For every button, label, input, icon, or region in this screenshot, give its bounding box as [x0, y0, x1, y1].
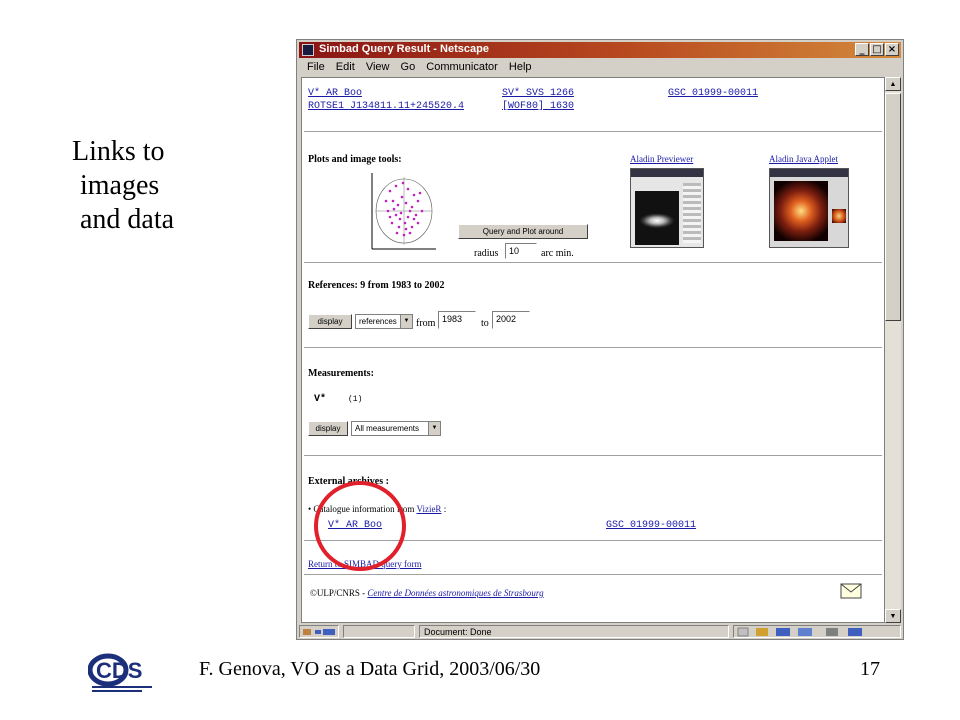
field-plot[interactable] [368, 171, 438, 251]
netscape-icon [302, 44, 314, 56]
references-display-button[interactable]: display [308, 314, 352, 329]
caption-line-2: images [80, 170, 160, 201]
radius-label: radius [474, 248, 499, 259]
menu-bar: File Edit View Go Communicator Help [299, 59, 901, 75]
menu-communicator[interactable]: Communicator [426, 61, 498, 73]
page-number: 17 [860, 658, 880, 680]
aladin-applet-thumbnail[interactable] [769, 168, 849, 248]
measurements-heading: Measurements: [308, 368, 374, 379]
minimize-button[interactable]: _ [855, 43, 869, 56]
identifier-link[interactable]: ROTSE1 J134811.11+245520.4 [308, 101, 464, 112]
close-button[interactable]: × [885, 43, 899, 56]
menu-go[interactable]: Go [401, 61, 416, 73]
status-text: Document: Done [419, 625, 729, 638]
aladin-previewer-link[interactable]: Aladin Previewer [630, 154, 693, 164]
vizier-link[interactable]: VizieR [416, 504, 441, 514]
from-year-input[interactable]: 1983 [438, 311, 476, 329]
aladin-previewer-thumbnail[interactable] [630, 168, 704, 248]
mail-icon[interactable] [840, 583, 862, 599]
measurement-label: V* [314, 394, 327, 405]
divider [304, 131, 882, 132]
plots-heading: Plots and image tools: [308, 154, 402, 165]
dropdown-arrow-icon: ▼ [400, 315, 412, 328]
measurement-count: (1) [348, 395, 363, 404]
aladin-applet-link[interactable]: Aladin Java Applet [769, 154, 838, 164]
caption-line-3: and data [80, 204, 175, 235]
vizier-gsc-link[interactable]: GSC 01999-00011 [606, 520, 696, 531]
window-title: Simbad Query Result - Netscape [319, 43, 489, 55]
menu-edit[interactable]: Edit [336, 61, 355, 73]
annotation-circle [314, 481, 406, 571]
measurements-select-value: All measurements [355, 424, 420, 433]
slide-caption: Links to images and data [72, 135, 174, 237]
references-heading: References: 9 from 1983 to 2002 [308, 280, 445, 291]
copyright-prefix: ©ULP/CNRS - [310, 588, 366, 598]
menu-help[interactable]: Help [509, 61, 532, 73]
radius-unit: arc min. [541, 248, 574, 259]
divider [304, 262, 882, 263]
dropdown-arrow-icon: ▼ [428, 422, 440, 435]
copyright-line: ©ULP/CNRS - Centre de Données astronomiq… [310, 588, 544, 598]
progress-bar [343, 625, 415, 638]
query-plot-button[interactable]: Query and Plot around [458, 224, 588, 239]
scroll-down-icon[interactable]: ▼ [885, 609, 901, 623]
maximize-button[interactable]: □ [870, 43, 884, 56]
measurements-display-button[interactable]: display [308, 421, 348, 436]
identifier-link[interactable]: GSC 01999-00011 [668, 88, 758, 99]
footer-text: F. Genova, VO as a Data Grid, 2003/06/30 [199, 658, 541, 680]
scroll-up-icon[interactable]: ▲ [885, 77, 901, 91]
logo-lettering: CDS [96, 658, 142, 683]
caption-line-1: Links to [72, 136, 165, 167]
divider [304, 574, 882, 575]
divider [304, 347, 882, 348]
from-label: from [416, 318, 436, 329]
cds-logo: CDS [87, 650, 158, 694]
references-select[interactable]: references ▼ [355, 314, 413, 329]
identifier-link[interactable]: [WOF80] 1630 [502, 101, 574, 112]
cds-link[interactable]: Centre de Données astronomiques de Stras… [367, 588, 543, 598]
identifier-link[interactable]: SV* SVS 1266 [502, 88, 574, 99]
vertical-scrollbar[interactable]: ▲ ▼ [885, 77, 901, 623]
radius-input[interactable]: 10 [505, 243, 537, 259]
component-bar[interactable] [733, 625, 901, 638]
menu-view[interactable]: View [366, 61, 390, 73]
security-icon[interactable] [299, 625, 339, 638]
title-bar: Simbad Query Result - Netscape _ □ × [299, 42, 901, 58]
to-year-input[interactable]: 2002 [492, 311, 530, 329]
scroll-thumb[interactable] [885, 93, 901, 321]
colon-text: : [443, 504, 447, 514]
measurements-select[interactable]: All measurements ▼ [351, 421, 441, 436]
status-bar: Document: Done [299, 625, 901, 639]
to-label: to [481, 318, 489, 329]
menu-file[interactable]: File [307, 61, 325, 73]
divider [304, 455, 882, 456]
references-select-value: references [359, 317, 397, 326]
identifier-link[interactable]: V* AR Boo [308, 88, 362, 99]
